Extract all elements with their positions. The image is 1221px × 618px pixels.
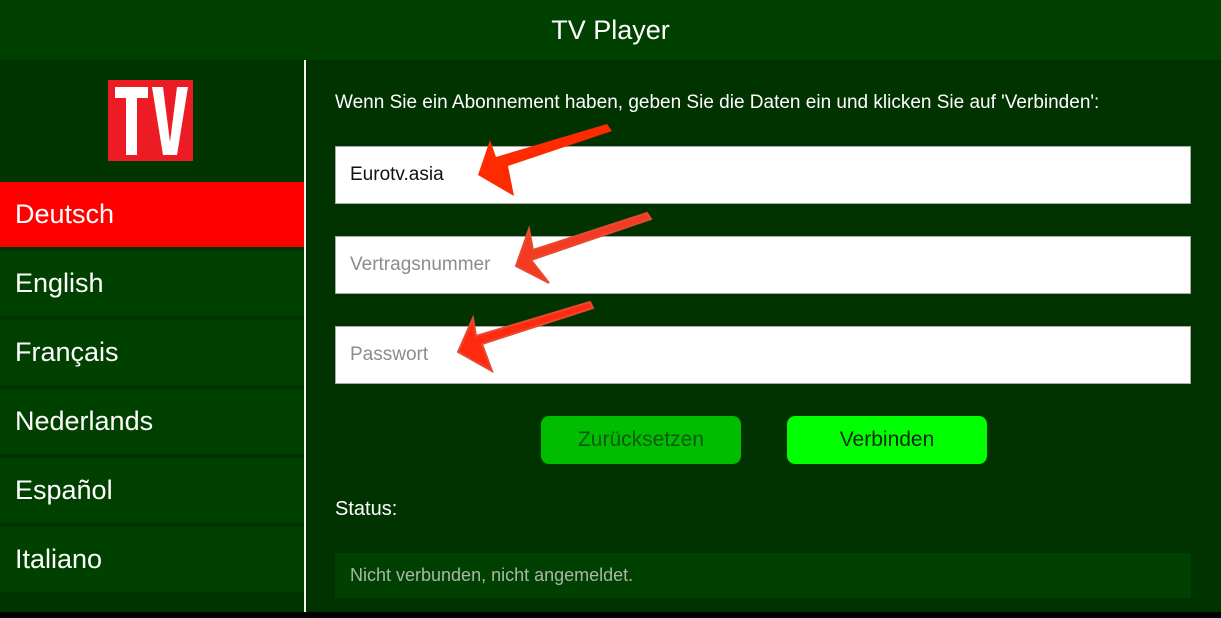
contract-number-input[interactable] <box>335 236 1191 294</box>
language-label: Español <box>15 475 113 505</box>
language-item-english[interactable]: English <box>0 251 304 316</box>
password-input[interactable] <box>335 326 1191 384</box>
app-header: TV Player <box>0 0 1221 60</box>
login-panel: Wenn Sie ein Abonnement haben, geben Sie… <box>306 60 1221 612</box>
reset-button[interactable]: Zurücksetzen <box>541 416 741 464</box>
status-text: Nicht verbunden, nicht angemeldet. <box>350 565 634 585</box>
language-label: Deutsch <box>15 199 115 229</box>
language-label: Nederlands <box>15 406 154 436</box>
status-label: Status: <box>335 498 398 520</box>
language-label: Français <box>15 337 119 367</box>
sidebar: Deutsch English Français Nederlands Espa… <box>0 60 304 612</box>
intro-text: Wenn Sie ein Abonnement haben, geben Sie… <box>335 92 1100 113</box>
tv-logo <box>108 80 193 161</box>
connect-button[interactable]: Verbinden <box>787 416 987 464</box>
language-label: English <box>15 268 104 298</box>
language-item-deutsch[interactable]: Deutsch <box>0 182 304 247</box>
server-input[interactable] <box>335 146 1191 204</box>
language-item-espanol[interactable]: Español <box>0 458 304 523</box>
app-title: TV Player <box>551 14 670 45</box>
language-item-nederlands[interactable]: Nederlands <box>0 389 304 454</box>
status-message: Nicht verbunden, nicht angemeldet. <box>335 553 1191 598</box>
language-item-italiano[interactable]: Italiano <box>0 527 304 592</box>
language-list: Deutsch English Français Nederlands Espa… <box>0 182 304 596</box>
language-item-francais[interactable]: Français <box>0 320 304 385</box>
tv-logo-icon <box>108 80 193 161</box>
language-label: Italiano <box>15 544 103 574</box>
